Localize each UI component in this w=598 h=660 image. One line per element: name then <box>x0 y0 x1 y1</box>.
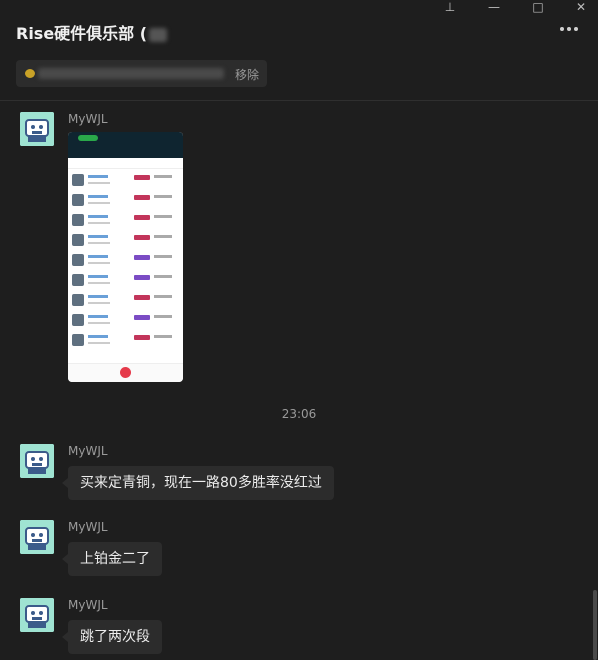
avatar-icon <box>20 598 54 632</box>
sender-name: MyWJL <box>68 112 108 126</box>
pin-icon[interactable]: ⊥ <box>440 0 460 14</box>
minimize-icon[interactable]: — <box>484 0 504 14</box>
avatar-icon <box>20 444 54 478</box>
message-bubble[interactable]: 跳了两次段 <box>62 620 162 654</box>
avatar[interactable] <box>20 444 54 478</box>
pinned-notice: 移除 <box>16 60 267 87</box>
avatar-icon <box>20 112 54 146</box>
more-icon[interactable] <box>560 27 578 31</box>
maximize-icon[interactable]: □ <box>528 0 548 14</box>
redacted-notice-text <box>38 68 224 79</box>
message-bubble[interactable]: 上铂金二了 <box>62 542 162 576</box>
avatar-icon <box>20 520 54 554</box>
scrollbar[interactable] <box>593 590 597 660</box>
avatar[interactable] <box>20 112 54 146</box>
avatar[interactable] <box>20 598 54 632</box>
screenshot-image[interactable] <box>68 132 183 382</box>
chat-title: Rise硬件俱乐部 ( <box>16 20 168 44</box>
sender-name: MyWJL <box>68 444 108 458</box>
close-icon[interactable]: ✕ <box>571 0 591 14</box>
avatar[interactable] <box>20 520 54 554</box>
divider <box>0 100 598 101</box>
remove-button[interactable]: 移除 <box>235 66 259 83</box>
chat-title-text: Rise硬件俱乐部 ( <box>16 24 148 43</box>
redacted-count <box>149 27 168 42</box>
timestamp: 23:06 <box>281 407 317 421</box>
sender-name: MyWJL <box>68 598 108 612</box>
message-bubble[interactable]: 买来定青铜，现在一路80多胜率没红过 <box>62 466 334 500</box>
notice-icon <box>25 69 35 78</box>
sender-name: MyWJL <box>68 520 108 534</box>
